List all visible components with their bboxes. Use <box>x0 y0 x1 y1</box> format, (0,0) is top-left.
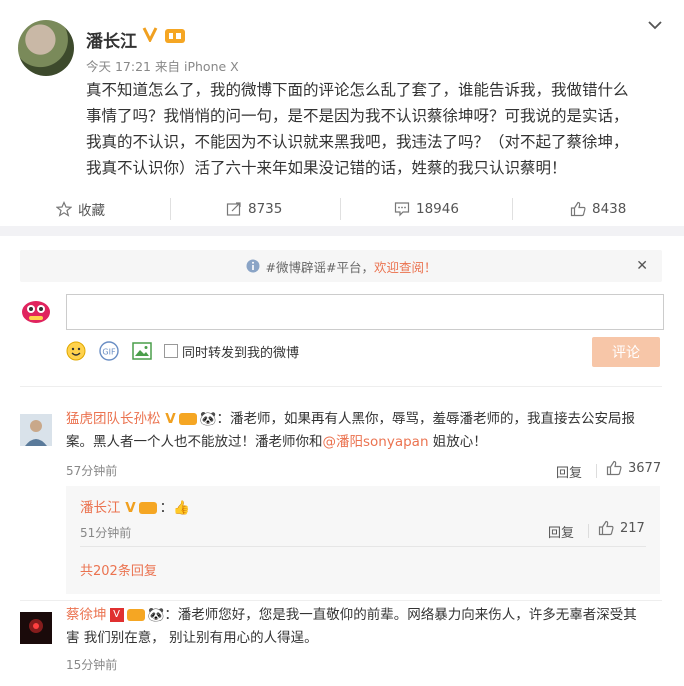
comment-like-count: 3677 <box>628 460 662 476</box>
composer-toolbar: GIF 同时转发到我的微博 <box>66 339 299 363</box>
comment-time: 57分钟前 <box>66 464 118 478</box>
reply-like-button[interactable]: 217 <box>598 520 645 536</box>
info-icon <box>246 259 260 273</box>
post-author-name[interactable]: 潘长江 <box>86 27 137 52</box>
commenter-name[interactable]: 猛虎团队长孙松 <box>66 411 161 427</box>
comment-line: 案。黑人者一个人也不能放过！潘老师你和@潘阳sonyapan 姐放心！ <box>66 431 656 454</box>
vip-badge-icon <box>126 609 145 621</box>
close-icon[interactable]: ✕ <box>636 258 648 274</box>
comment-body: 蔡徐坤 V 🐼：潘老师您好，您是我一直敬仰的前辈。网络暴力向来伤人，许多无辜者深受其… <box>66 604 656 650</box>
comment-text: 案。黑人者一个人也不能放过！潘老师你和 <box>66 434 323 450</box>
comment-body: 猛虎团队长孙松 V 🐼：潘老师，如果再有人黑你，辱骂，羞辱潘老师的，我直接去公安局… <box>66 408 656 454</box>
comment-line: 蔡徐坤 V 🐼：潘老师您好，您是我一直敬仰的前辈。网络暴力向来伤人，许多无辜者深受其 <box>66 604 656 627</box>
notice-link[interactable]: 欢迎查阅！ <box>374 257 437 276</box>
weibo-mascot-avatar <box>22 301 50 323</box>
post-line: 事情了吗？我悄悄的问一句，是不是因为我不认识蔡徐坤呀？可我说的是实话， <box>86 107 629 125</box>
comment-line: 猛虎团队长孙松 V 🐼：潘老师，如果再有人黑你，辱骂，羞辱潘老师的，我直接去公安局… <box>66 408 656 431</box>
repost-option[interactable]: 同时转发到我的微博 <box>164 342 299 361</box>
panda-icon: 🐼 <box>199 411 217 427</box>
reply-line: 潘长江 V ：👍 <box>80 496 190 516</box>
panda-icon: 🐼 <box>147 607 165 623</box>
comment-button[interactable]: 18946 <box>394 192 459 226</box>
commenter-avatar[interactable] <box>20 414 52 446</box>
comment-input[interactable] <box>66 294 664 330</box>
like-count: 8438 <box>592 201 627 217</box>
divider <box>20 600 662 601</box>
comment-text: ：潘老师您好，您是我一直敬仰的前辈。网络暴力向来伤人，许多无辜者深受其 <box>164 607 637 623</box>
thumbs-up-icon <box>598 520 614 536</box>
vip-badge-icon <box>138 502 157 514</box>
reply-text: ： <box>159 500 174 516</box>
post-source-prefix: 来自 <box>154 59 180 74</box>
verified-v-badge-icon: V <box>109 608 124 622</box>
comment-text: ：潘老师，如果再有人黑你，辱骂，羞辱潘老师的，我直接去公安局报 <box>216 411 635 427</box>
repost-icon <box>226 202 241 216</box>
thumbs-up-icon <box>570 201 586 217</box>
svg-text:GIF: GIF <box>102 348 116 357</box>
reply-label: 回复 <box>556 466 583 481</box>
action-divider <box>596 464 597 478</box>
commenter-avatar[interactable] <box>20 612 52 644</box>
reply-label: 回复 <box>548 526 575 541</box>
vip-badge-icon <box>165 29 185 43</box>
comment-time: 15分钟前 <box>66 658 118 672</box>
repost-button[interactable]: 8735 <box>226 192 282 226</box>
action-divider <box>512 198 513 220</box>
action-divider <box>340 198 341 220</box>
star-icon <box>56 201 72 217</box>
reply-like-count: 217 <box>620 520 645 536</box>
comment-text: 姐放心！ <box>428 434 487 450</box>
repost-count: 8735 <box>248 201 283 217</box>
thumbs-up-icon <box>606 460 622 476</box>
comment-icon <box>394 202 410 217</box>
action-divider <box>588 524 589 538</box>
comment-section: #微博辟谣#平台， 欢迎查阅！ ✕ GIF 同时转发到我的微博 评论 猛虎团队长… <box>0 236 684 686</box>
post-line: 我真的不认识，不能因为不认识就来黑我吧，我违法了吗？（对不起了蔡徐坤， <box>86 133 629 151</box>
verified-v-icon: V <box>120 500 136 516</box>
gif-icon[interactable]: GIF <box>98 341 120 361</box>
repost-option-label: 同时转发到我的微博 <box>182 345 300 361</box>
submit-comment-button[interactable]: 评论 <box>592 337 660 367</box>
comment-like-button[interactable]: 3677 <box>606 460 661 476</box>
reply-button[interactable]: 回复 <box>548 522 574 541</box>
reply-author-name[interactable]: 潘长江 <box>80 500 121 516</box>
chevron-down-icon[interactable] <box>648 18 662 32</box>
favorite-label: 收藏 <box>78 203 105 219</box>
notice-text: #微博辟谣#平台， <box>265 259 374 275</box>
post-line: 我真不认识你）活了六十来年如果没记错的话，姓蔡的我只认识蔡明！ <box>86 159 567 177</box>
vip-badge-icon <box>178 413 197 425</box>
favorite-button[interactable]: 收藏 <box>56 192 105 226</box>
verified-v-icon: V <box>160 411 176 427</box>
post-time: 今天 17:21 <box>86 59 151 74</box>
comment-count: 18946 <box>416 201 459 217</box>
thumbs-up-emoji-icon: 👍 <box>173 500 190 516</box>
repost-checkbox[interactable] <box>164 344 178 358</box>
comment-line: 害 我们别在意， 别让别有用心的人得逞。 <box>66 630 318 646</box>
reply-time: 51分钟前 <box>80 526 132 540</box>
verified-v-icon <box>142 27 158 42</box>
like-button[interactable]: 8438 <box>570 192 626 226</box>
post-meta: 今天 17:21 来自 iPhone X <box>86 56 239 75</box>
mention-link[interactable]: @潘阳sonyapan <box>323 434 429 450</box>
post-line: 真不知道怎么了，我的微博下面的评论怎么乱了套了，谁能告诉我，我做错什么 <box>86 81 629 99</box>
rumor-notice-bar: #微博辟谣#平台， 欢迎查阅！ ✕ <box>20 250 662 282</box>
post-body: 真不知道怎么了，我的微博下面的评论怎么乱了套了，谁能告诉我，我做错什么 事情了吗… <box>86 77 658 181</box>
divider <box>80 546 646 547</box>
divider <box>20 386 662 387</box>
action-divider <box>170 198 171 220</box>
author-avatar[interactable] <box>18 20 74 76</box>
image-icon[interactable] <box>132 342 152 360</box>
emoji-icon[interactable] <box>66 341 86 361</box>
commenter-name[interactable]: 蔡徐坤 <box>66 607 107 623</box>
nested-replies: 潘长江 V ：👍 51分钟前 回复 217 共202条回复 <box>66 486 660 594</box>
weibo-post-card: 潘长江 今天 17:21 来自 iPhone X 真不知道怎么了，我的微博下面的… <box>0 0 684 226</box>
more-replies-link[interactable]: 共202条回复 <box>80 560 157 579</box>
post-source[interactable]: iPhone X <box>184 59 239 74</box>
post-action-bar: 收藏 8735 18946 8438 <box>0 192 684 226</box>
reply-button[interactable]: 回复 <box>556 462 582 481</box>
